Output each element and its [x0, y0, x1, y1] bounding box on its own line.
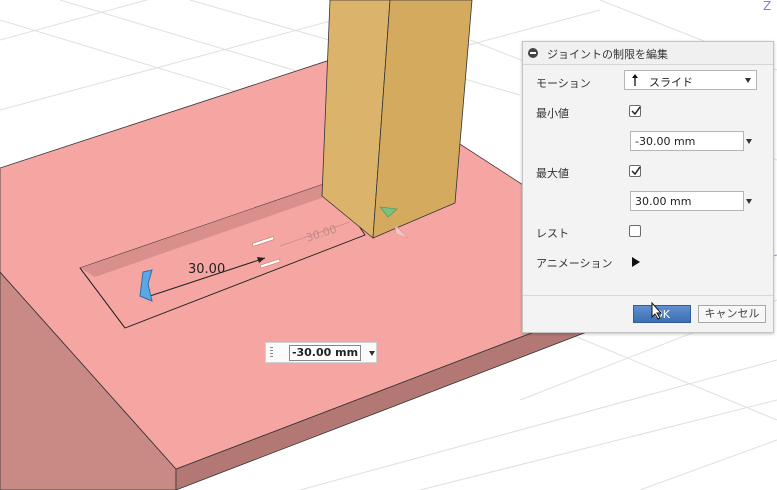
min-checkbox[interactable] — [629, 105, 641, 117]
floating-distance-field[interactable]: -30.00 mm — [289, 345, 361, 361]
floating-distance-input[interactable]: -30.00 mm — [265, 342, 377, 363]
motion-value: スライド — [649, 76, 693, 89]
slide-arrow-icon — [632, 74, 638, 86]
max-value-chevron-icon[interactable] — [746, 199, 752, 204]
drag-handle-icon[interactable] — [270, 347, 273, 359]
play-icon[interactable] — [632, 257, 640, 267]
panel-divider — [523, 295, 773, 296]
rest-label: レスト — [536, 227, 569, 240]
min-label: 最小値 — [536, 107, 569, 120]
collapse-icon[interactable] — [528, 48, 538, 58]
animation-label: アニメーション — [536, 257, 613, 270]
chevron-down-icon — [745, 78, 751, 83]
mouse-cursor-icon — [651, 302, 663, 320]
min-value-text: -30.00 mm — [635, 135, 696, 148]
max-label: 最大値 — [536, 167, 569, 180]
checkmark-icon — [631, 166, 641, 176]
wooden-post[interactable] — [321, 0, 473, 239]
motion-dropdown[interactable]: スライド — [624, 70, 757, 90]
chevron-down-icon[interactable] — [369, 351, 375, 356]
motion-label: モーション — [536, 77, 591, 90]
panel-title: ジョイントの制限を編集 — [547, 48, 668, 61]
cancel-button[interactable]: キャンセル — [698, 305, 766, 323]
edit-joint-limits-panel: ジョイントの制限を編集 モーション スライド 最小値 -30.00 mm 最大値… — [522, 41, 774, 333]
rest-checkbox[interactable] — [629, 225, 641, 237]
checkmark-icon — [631, 106, 641, 116]
max-value-input[interactable]: 30.00 mm — [630, 191, 744, 211]
min-value-input[interactable]: -30.00 mm — [630, 131, 744, 151]
min-value-chevron-icon[interactable] — [746, 139, 752, 144]
panel-header: ジョイントの制限を編集 — [523, 42, 773, 65]
max-checkbox[interactable] — [629, 165, 641, 177]
dimension-label-main: 30.00 — [188, 262, 225, 277]
max-value-text: 30.00 mm — [635, 195, 692, 208]
view-axis-label: Z — [763, 0, 772, 13]
